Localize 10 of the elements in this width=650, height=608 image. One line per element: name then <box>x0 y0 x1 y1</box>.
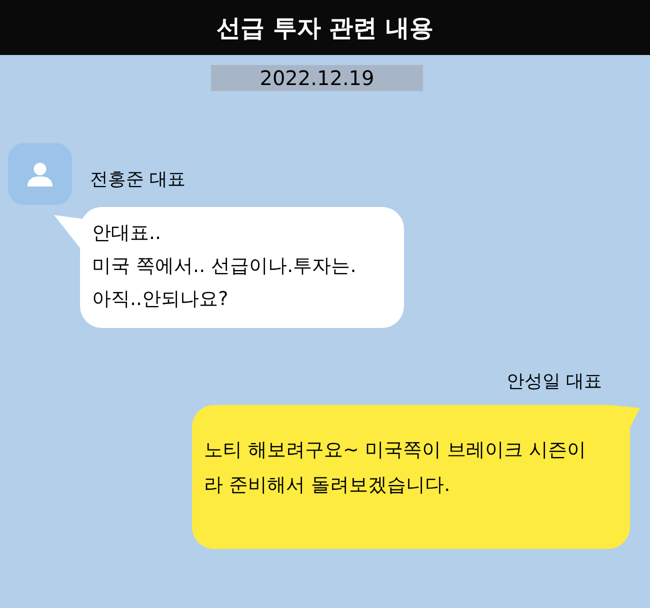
avatar-icon <box>8 143 72 205</box>
message-text: 안대표.. <box>92 221 162 246</box>
chat-title: 선급 투자 관련 내용 <box>216 12 434 44</box>
date-label: 2022.12.19 <box>211 65 423 91</box>
sender-name: 안성일 대표 <box>506 370 602 394</box>
message-text: 아직..안되나요? <box>92 287 230 312</box>
message-text: 노티 해보려구요~ 미국쪽이 브레이크 시즌이 <box>204 438 588 463</box>
sender-name: 전홍준 대표 <box>90 168 186 192</box>
message-text: 미국 쪽에서.. 선급이나.투자는. <box>92 254 358 279</box>
message-text: 라 준비해서 돌려보겠습니다. <box>204 473 452 498</box>
